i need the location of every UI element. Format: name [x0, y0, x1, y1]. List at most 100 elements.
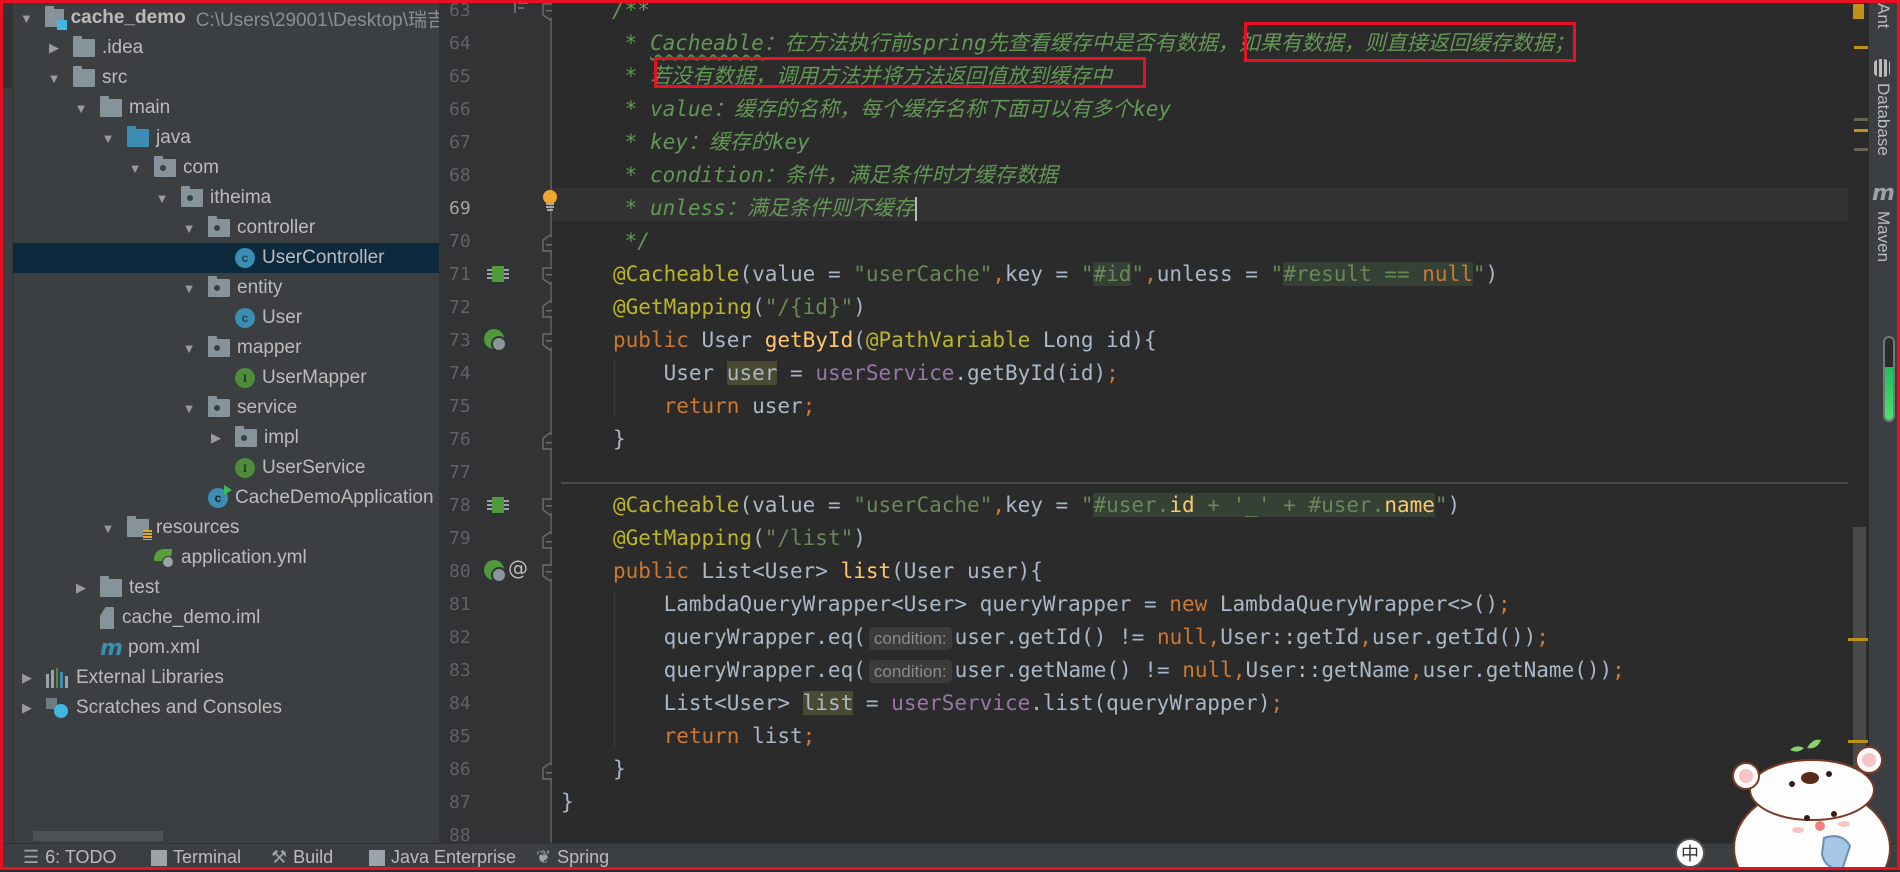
line-number: 71 — [449, 264, 471, 285]
project-path: C:\Users\29001\Desktop\瑞吉 — [195, 9, 439, 31]
tree-item-itheima[interactable]: ▼ itheima — [13, 183, 439, 213]
ant-tool-button[interactable]: Ant — [1873, 3, 1893, 29]
line-number: 75 — [449, 396, 471, 417]
tree-item-user-service[interactable]: I UserService — [13, 453, 439, 483]
tree-item-label: .idea — [102, 37, 144, 58]
tree-item-scratches[interactable]: ▶ Scratches and Consoles — [13, 693, 439, 723]
interface-icon: I — [235, 458, 255, 478]
chevron-right-icon[interactable]: ▶ — [47, 40, 61, 55]
line-number: 66 — [449, 99, 471, 120]
folder-icon — [73, 36, 95, 57]
text-caret — [914, 197, 917, 221]
chevron-down-icon[interactable]: ▼ — [74, 101, 88, 116]
stripe-marker[interactable] — [1854, 46, 1868, 49]
chevron-down-icon[interactable]: ▼ — [128, 161, 142, 176]
lightbulb-icon[interactable] — [542, 189, 558, 218]
folder-icon — [100, 576, 122, 597]
tree-item-mapper[interactable]: ▼ mapper — [13, 333, 439, 363]
code-line-69: * unless：满足条件则不缓存 — [612, 196, 917, 221]
tree-item-external-libraries[interactable]: ▶ External Libraries — [13, 663, 439, 693]
tree-item-cache-demo-iml[interactable]: cache_demo.iml — [13, 603, 439, 633]
tree-item-label: UserService — [262, 457, 366, 478]
maven-tool-button[interactable]: Maven — [1873, 211, 1893, 262]
chevron-right-icon[interactable]: ▶ — [20, 700, 34, 715]
doc-tag: Cacheable — [649, 31, 764, 55]
line-number: 76 — [449, 429, 471, 450]
tree-item-cache-demo[interactable]: ▼ cache_demo C:\Users\29001\Desktop\瑞吉 — [13, 3, 439, 33]
tree-item-label: User — [262, 307, 303, 328]
chevron-down-icon[interactable]: ▼ — [182, 281, 196, 296]
code-line-67: * key：缓存的key — [612, 130, 810, 154]
code-line-75: return user; — [613, 394, 816, 418]
tree-item-label: controller — [237, 217, 316, 238]
tree-item-user-controller[interactable]: c UserController — [13, 243, 439, 273]
chevron-down-icon[interactable]: ▼ — [47, 71, 61, 86]
tree-item-label: test — [129, 577, 160, 598]
spring-bean-icon[interactable] — [487, 496, 509, 519]
stripe-marker[interactable] — [1854, 129, 1868, 132]
package-icon — [208, 396, 230, 417]
editor-gutter: @ 63 64 65 66 67 68 69 70 71 72 73 74 75 76 77 78 79 80 81… — [439, 0, 558, 846]
todo-tool-button[interactable]: ☰ 6: TODO — [23, 847, 117, 868]
tree-item-idea[interactable]: ▶ .idea — [13, 33, 439, 63]
package-icon — [181, 186, 203, 207]
chevron-down-icon[interactable]: ▼ — [20, 11, 33, 26]
terminal-tool-button[interactable]: Terminal — [151, 847, 241, 868]
stripe-marker[interactable] — [1854, 148, 1868, 151]
tree-item-controller[interactable]: ▼ controller — [13, 213, 439, 243]
tree-item-test[interactable]: ▶ test — [13, 573, 439, 603]
at-sign-icon[interactable]: @ — [508, 556, 528, 580]
chevron-down-icon[interactable]: ▼ — [182, 341, 196, 356]
tree-item-java[interactable]: ▼ java — [13, 123, 439, 153]
stripe-marker[interactable] — [1848, 638, 1868, 641]
line-number: 68 — [449, 165, 471, 186]
tree-item-resources[interactable]: ▼ resources — [13, 513, 439, 543]
tree-item-user[interactable]: c User — [13, 303, 439, 333]
interface-icon: I — [235, 368, 255, 388]
maven-tool-icon: m — [1872, 181, 1895, 206]
chevron-right-icon[interactable]: ▶ — [74, 580, 88, 595]
tree-item-label: main — [129, 97, 171, 118]
chevron-down-icon[interactable]: ▼ — [182, 221, 196, 236]
database-tool-button[interactable]: Database — [1873, 83, 1893, 156]
spring-tool-button[interactable]: ❦ Spring — [536, 847, 609, 868]
code-line-81: LambdaQueryWrapper<User> queryWrapper = … — [613, 592, 1511, 616]
ime-indicator[interactable]: 中 — [1675, 838, 1705, 868]
project-horizontal-scrollbar[interactable] — [33, 831, 163, 841]
tree-item-src[interactable]: ▼ src — [13, 63, 439, 93]
chevron-down-icon[interactable]: ▼ — [101, 521, 115, 536]
tree-item-application-yml[interactable]: application.yml — [13, 543, 439, 573]
tree-item-label: impl — [264, 427, 299, 448]
left-tool-strip[interactable] — [3, 3, 13, 843]
chevron-down-icon[interactable]: ▼ — [101, 131, 115, 146]
java-enterprise-icon — [369, 849, 385, 866]
tree-item-com[interactable]: ▼ com — [13, 153, 439, 183]
tree-item-label: application.yml — [181, 547, 307, 568]
package-icon — [208, 336, 230, 357]
build-tool-button[interactable]: ⚒ Build — [271, 847, 333, 868]
tree-item-entity[interactable]: ▼ entity — [13, 273, 439, 303]
chevron-right-icon[interactable]: ▶ — [209, 430, 223, 445]
tree-item-label: CacheDemoApplication — [235, 487, 434, 508]
tree-item-user-mapper[interactable]: I UserMapper — [13, 363, 439, 393]
tree-item-service[interactable]: ▼ service — [13, 393, 439, 423]
tree-item-cache-demo-application[interactable]: c CacheDemoApplication — [13, 483, 439, 513]
code-editor[interactable]: /** * Cacheable：在方法执行前spring先查看缓存中是否有数据，… — [552, 3, 1848, 843]
code-line-85: return list; — [613, 724, 816, 748]
chevron-right-icon[interactable]: ▶ — [20, 670, 34, 685]
chevron-down-icon[interactable]: ▼ — [182, 401, 196, 416]
project-panel: ▼ cache_demo C:\Users\29001\Desktop\瑞吉 ▶… — [13, 3, 439, 843]
java-enterprise-tool-button[interactable]: Java Enterprise — [369, 847, 516, 868]
line-number: 74 — [449, 363, 471, 384]
spring-bean-icon[interactable] — [487, 265, 509, 288]
source-folder-icon — [127, 126, 149, 147]
chevron-down-icon[interactable]: ▼ — [155, 191, 169, 206]
stripe-marker[interactable] — [1854, 118, 1868, 121]
tree-item-pom-xml[interactable]: m pom.xml — [13, 633, 439, 663]
tree-item-impl[interactable]: ▶ impl — [13, 423, 439, 453]
line-number: 84 — [449, 693, 471, 714]
code-line-80: public List<User> list(User user){ — [613, 559, 1043, 583]
resources-folder-icon — [127, 516, 152, 540]
tree-item-main[interactable]: ▼ main — [13, 93, 439, 123]
warning-status-icon[interactable] — [1853, 4, 1864, 19]
